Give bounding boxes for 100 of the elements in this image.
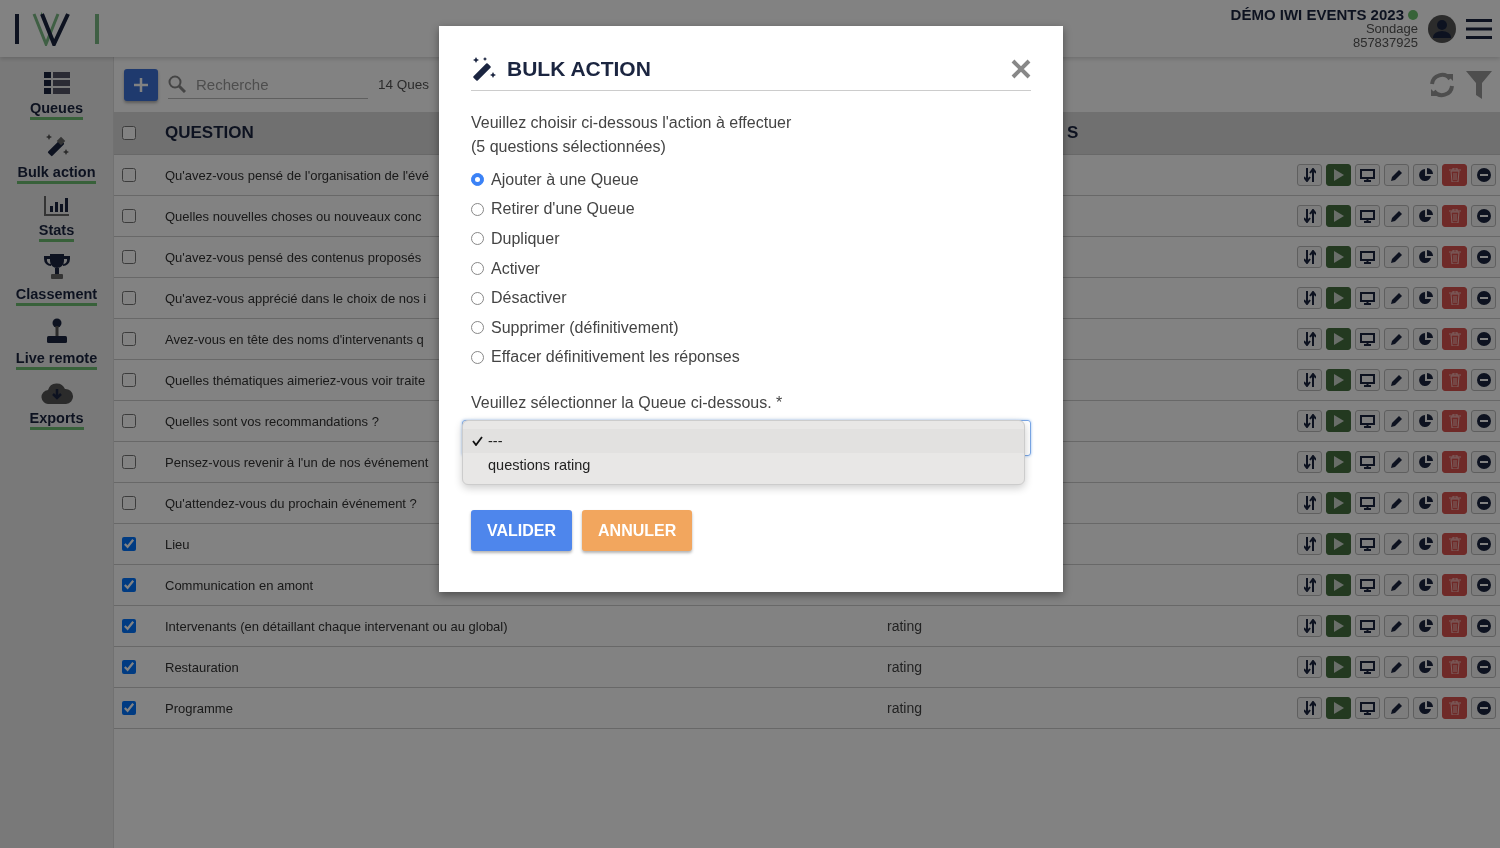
row-checkbox[interactable] bbox=[122, 701, 136, 715]
dropdown-option[interactable]: questions rating bbox=[463, 453, 1024, 478]
sort-button[interactable] bbox=[1297, 574, 1322, 596]
play-button[interactable] bbox=[1326, 574, 1351, 596]
play-button[interactable] bbox=[1326, 656, 1351, 678]
radio-button[interactable] bbox=[471, 202, 484, 216]
sort-button[interactable] bbox=[1297, 205, 1322, 227]
sort-button[interactable] bbox=[1297, 287, 1322, 309]
play-button[interactable] bbox=[1326, 451, 1351, 473]
disable-button[interactable] bbox=[1471, 451, 1496, 473]
display-button[interactable] bbox=[1355, 615, 1380, 637]
display-button[interactable] bbox=[1355, 492, 1380, 514]
radio-label[interactable]: Dupliquer bbox=[491, 230, 560, 248]
sort-button[interactable] bbox=[1297, 369, 1322, 391]
edit-button[interactable] bbox=[1384, 287, 1409, 309]
edit-button[interactable] bbox=[1384, 369, 1409, 391]
row-checkbox[interactable] bbox=[122, 660, 136, 674]
sidebar-item[interactable]: Bulk action bbox=[17, 164, 96, 184]
radio-label[interactable]: Supprimer (définitivement) bbox=[491, 318, 679, 337]
radio-button[interactable] bbox=[471, 350, 484, 364]
stats-button[interactable] bbox=[1413, 492, 1438, 514]
radio-label[interactable]: Effacer définitivement les réponses bbox=[491, 348, 740, 367]
play-button[interactable] bbox=[1326, 205, 1351, 227]
radio-button[interactable] bbox=[471, 321, 484, 335]
display-button[interactable] bbox=[1355, 533, 1380, 555]
stats-button[interactable] bbox=[1413, 574, 1438, 596]
disable-button[interactable] bbox=[1471, 574, 1496, 596]
display-button[interactable] bbox=[1355, 328, 1380, 350]
disable-button[interactable] bbox=[1471, 164, 1496, 186]
row-checkbox[interactable] bbox=[122, 496, 136, 510]
edit-button[interactable] bbox=[1384, 697, 1409, 719]
radio-button[interactable] bbox=[471, 232, 484, 246]
radio-button[interactable] bbox=[471, 173, 484, 187]
disable-button[interactable] bbox=[1471, 492, 1496, 514]
edit-button[interactable] bbox=[1384, 492, 1409, 514]
disable-button[interactable] bbox=[1471, 615, 1496, 637]
sort-button[interactable] bbox=[1297, 492, 1322, 514]
disable-button[interactable] bbox=[1471, 533, 1496, 555]
menu-icon[interactable] bbox=[1466, 17, 1492, 40]
stats-button[interactable] bbox=[1413, 697, 1438, 719]
stats-button[interactable] bbox=[1413, 164, 1438, 186]
display-button[interactable] bbox=[1355, 451, 1380, 473]
play-button[interactable] bbox=[1326, 697, 1351, 719]
display-button[interactable] bbox=[1355, 205, 1380, 227]
sort-button[interactable] bbox=[1297, 410, 1322, 432]
row-checkbox[interactable] bbox=[122, 455, 136, 469]
edit-button[interactable] bbox=[1384, 246, 1409, 268]
radio-button[interactable] bbox=[471, 262, 484, 276]
stats-button[interactable] bbox=[1413, 205, 1438, 227]
disable-button[interactable] bbox=[1471, 328, 1496, 350]
row-checkbox[interactable] bbox=[122, 209, 136, 223]
stats-button[interactable] bbox=[1413, 369, 1438, 391]
row-checkbox[interactable] bbox=[122, 414, 136, 428]
edit-button[interactable] bbox=[1384, 410, 1409, 432]
play-button[interactable] bbox=[1326, 615, 1351, 637]
row-checkbox[interactable] bbox=[122, 250, 136, 264]
row-checkbox[interactable] bbox=[122, 332, 136, 346]
play-button[interactable] bbox=[1326, 369, 1351, 391]
disable-button[interactable] bbox=[1471, 697, 1496, 719]
stats-button[interactable] bbox=[1413, 533, 1438, 555]
row-checkbox[interactable] bbox=[122, 168, 136, 182]
sidebar-item[interactable]: Queues bbox=[29, 100, 84, 120]
radio-label[interactable]: Activer bbox=[491, 259, 540, 278]
display-button[interactable] bbox=[1355, 369, 1380, 391]
sort-button[interactable] bbox=[1297, 656, 1322, 678]
disable-button[interactable] bbox=[1471, 410, 1496, 432]
play-button[interactable] bbox=[1326, 492, 1351, 514]
edit-button[interactable] bbox=[1384, 615, 1409, 637]
display-button[interactable] bbox=[1355, 697, 1380, 719]
disable-button[interactable] bbox=[1471, 369, 1496, 391]
row-checkbox[interactable] bbox=[122, 578, 136, 592]
radio-label[interactable]: Ajouter à une Queue bbox=[491, 170, 639, 189]
edit-button[interactable] bbox=[1384, 328, 1409, 350]
edit-button[interactable] bbox=[1384, 205, 1409, 227]
sort-button[interactable] bbox=[1297, 328, 1322, 350]
edit-button[interactable] bbox=[1384, 451, 1409, 473]
radio-label[interactable]: Retirer d'une Queue bbox=[491, 200, 635, 219]
edit-button[interactable] bbox=[1384, 533, 1409, 555]
stats-button[interactable] bbox=[1413, 451, 1438, 473]
row-checkbox[interactable] bbox=[122, 619, 136, 633]
radio-label[interactable]: Désactiver bbox=[491, 289, 567, 308]
play-button[interactable] bbox=[1326, 533, 1351, 555]
display-button[interactable] bbox=[1355, 574, 1380, 596]
display-button[interactable] bbox=[1355, 410, 1380, 432]
disable-button[interactable] bbox=[1471, 205, 1496, 227]
stats-button[interactable] bbox=[1413, 246, 1438, 268]
play-button[interactable] bbox=[1326, 164, 1351, 186]
play-button[interactable] bbox=[1326, 328, 1351, 350]
stats-button[interactable] bbox=[1413, 656, 1438, 678]
sort-button[interactable] bbox=[1297, 246, 1322, 268]
disable-button[interactable] bbox=[1471, 656, 1496, 678]
add-button[interactable] bbox=[124, 68, 158, 101]
play-button[interactable] bbox=[1326, 287, 1351, 309]
row-checkbox[interactable] bbox=[122, 537, 136, 551]
disable-button[interactable] bbox=[1471, 246, 1496, 268]
row-checkbox[interactable] bbox=[122, 291, 136, 305]
play-button[interactable] bbox=[1326, 246, 1351, 268]
stats-button[interactable] bbox=[1413, 410, 1438, 432]
display-button[interactable] bbox=[1355, 246, 1380, 268]
edit-button[interactable] bbox=[1384, 164, 1409, 186]
